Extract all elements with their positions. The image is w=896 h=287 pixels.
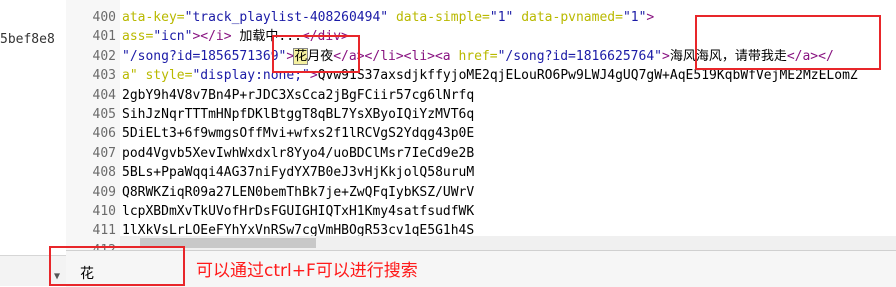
code-token: "icn" (153, 29, 193, 45)
code-token: 2gbY9h4V8v7Bn4P+rJDC3XsCca2jBgFCiir57cg6… (122, 87, 475, 103)
code-text: SihJzNqrTTTmHNpfDKlBtggT8qBL7YsXByoIQiYz… (122, 105, 474, 124)
code-token: href= (458, 48, 498, 64)
annotation-box-search-match (272, 35, 360, 73)
code-text: Q8RWKZiqR09a27LEN0bemThBk7je+ZwQFqIybKSZ… (122, 183, 474, 202)
horizontal-scrollbar[interactable] (120, 236, 896, 250)
annotation-box-search-field (49, 246, 185, 286)
code-token: ></i> (192, 29, 232, 45)
code-text: ata-key="track_playlist-408260494" data-… (122, 8, 654, 27)
code-token: SihJzNqrTTTmHNpfDKlBtggT8qBL7YsXByoIQiYz… (122, 107, 475, 122)
line-number: 407 (92, 145, 116, 161)
code-token: ass= (122, 29, 154, 45)
line-number: 408 (92, 165, 116, 181)
code-token: data-pvnamed= (521, 10, 623, 25)
line-number: 410 (92, 204, 116, 219)
code-token: "track_playlist-408260494" (184, 10, 389, 25)
code-line: 409 Q8RWKZiqR09a27LEN0bemThBk7je+ZwQFqIyb… (66, 183, 896, 202)
code-line: 405 SihJzNqrTTTmHNpfDKlBtggT8qBL7YsXByoIQ… (66, 105, 896, 124)
code-token: Q8RWKZiqR09a27LEN0bemThBk7je+ZwQFqIybKSZ… (122, 184, 475, 200)
code-line: 410 lcpXBDmXvTkUVofHrDsFGUIGHIQTxH1Kmy4sa… (66, 202, 896, 221)
code-token: 5DiELt3+6f9wmgsOffMvi+wfxs2f1lRCVgS2Ydqg… (122, 126, 475, 142)
line-number: 411 (92, 223, 116, 239)
line-number: 404 (92, 87, 116, 103)
search-hint-text: 可以通过ctrl+F可以进行搜索 (196, 261, 418, 281)
line-number: 403 (92, 68, 116, 84)
code-token: Qvw91S37axsdjkffyjoME2qjELouRO6Pw9LWJ4gU… (317, 68, 858, 84)
left-panel: 5bef8e8 ▼ (0, 0, 67, 286)
code-line: 404 2gbY9h4V8v7Bn4P+rJDC3XsCca2jBgFCiir57… (66, 86, 896, 105)
code-token: > (646, 10, 655, 25)
code-token: pod4Vgvb5XevIwhWxdxlr8Yyo4/uoBDClMsr7IeC… (122, 145, 475, 161)
line-number: 409 (92, 184, 116, 200)
code-token: lcpXBDmXvTkUVofHrDsFGUIGHIQTxH1Kmy4satfs… (122, 204, 475, 219)
code-text: 5BLs+PpaWqqi4AG37niFydYX7B0eJ3vHjKkjolQ5… (122, 163, 474, 182)
code-token: a" style= (122, 68, 193, 84)
code-token: data-simple= (395, 10, 490, 25)
line-number: 405 (92, 107, 116, 122)
line-number: 406 (92, 126, 116, 142)
code-token: "/song?id=1856571369" (122, 48, 287, 64)
code-text: 5DiELt3+6f9wmgsOffMvi+wfxs2f1lRCVgS2Ydqg… (122, 124, 474, 143)
left-panel-text: 5bef8e8 (0, 32, 55, 47)
code-token: > (661, 48, 670, 64)
annotation-box-song-title (695, 15, 881, 70)
code-text: pod4Vgvb5XevIwhWxdxlr8Yyo4/uoBDClMsr7IeC… (122, 144, 474, 163)
line-number: 402 (92, 48, 116, 64)
code-line: 408 5BLs+PpaWqqi4AG37niFydYX7B0eJ3vHjKkjo… (66, 163, 896, 182)
code-token: "1" (489, 10, 514, 25)
line-number: 400 (92, 10, 116, 25)
code-token: 5BLs+PpaWqqi4AG37niFydYX7B0eJ3vHjKkjolQ5… (122, 165, 475, 181)
code-token: "1" (622, 10, 647, 25)
code-text: lcpXBDmXvTkUVofHrDsFGUIGHIQTxH1Kmy4satfs… (122, 202, 474, 221)
code-text: 2gbY9h4V8v7Bn4P+rJDC3XsCca2jBgFCiir57cg6… (122, 86, 474, 105)
code-line: 407 pod4Vgvb5XevIwhWxdxlr8Yyo4/uoBDClMsr7… (66, 144, 896, 163)
code-line: 406 5DiELt3+6f9wmgsOffMvi+wfxs2f1lRCVgS2Y… (66, 124, 896, 143)
line-number: 401 (92, 29, 116, 45)
code-token: "/song?id=1816625764" (497, 48, 662, 64)
code-token: ata-key= (122, 10, 185, 25)
